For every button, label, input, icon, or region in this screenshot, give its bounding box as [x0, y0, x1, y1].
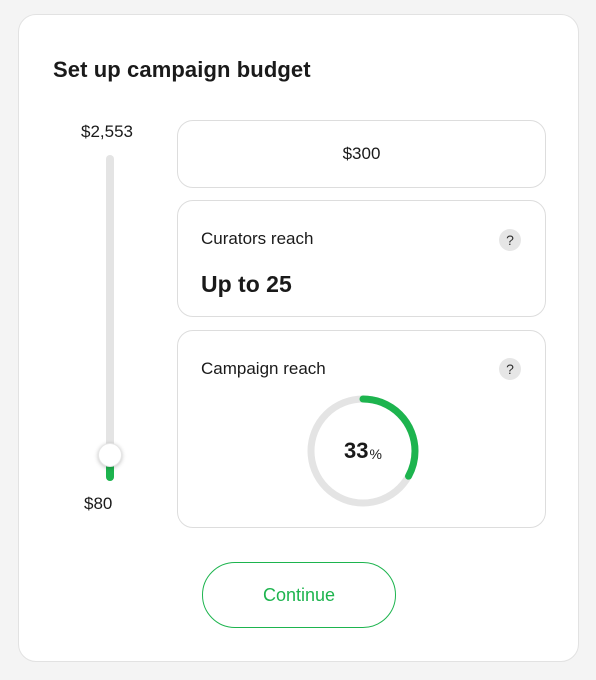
budget-card: Set up campaign budget $2,553 $80 $300 C…: [18, 14, 579, 662]
budget-slider-track[interactable]: [106, 155, 114, 481]
card-title: Set up campaign budget: [53, 57, 311, 82]
curators-reach-label: Curators reach: [201, 229, 314, 248]
campaign-reach-panel: Campaign reach ? 33 %: [177, 330, 546, 528]
help-icon[interactable]: ?: [499, 229, 521, 251]
campaign-reach-gauge: 33 %: [303, 391, 423, 511]
budget-amount-field[interactable]: $300: [177, 120, 546, 188]
budget-slider-handle[interactable]: [98, 443, 122, 467]
curators-reach-value: Up to 25: [201, 271, 292, 297]
budget-amount-value: $300: [342, 144, 381, 163]
gauge-label: 33 %: [303, 391, 423, 511]
slider-max-label: $2,553: [81, 122, 133, 141]
slider-min-label: $80: [84, 494, 113, 513]
campaign-reach-label: Campaign reach: [201, 359, 326, 378]
help-icon[interactable]: ?: [499, 358, 521, 380]
gauge-percent-unit: %: [369, 446, 382, 462]
curators-reach-panel: Curators reach ? Up to 25: [177, 200, 546, 317]
continue-button[interactable]: Continue: [202, 562, 396, 628]
gauge-percent-value: 33: [344, 438, 369, 463]
